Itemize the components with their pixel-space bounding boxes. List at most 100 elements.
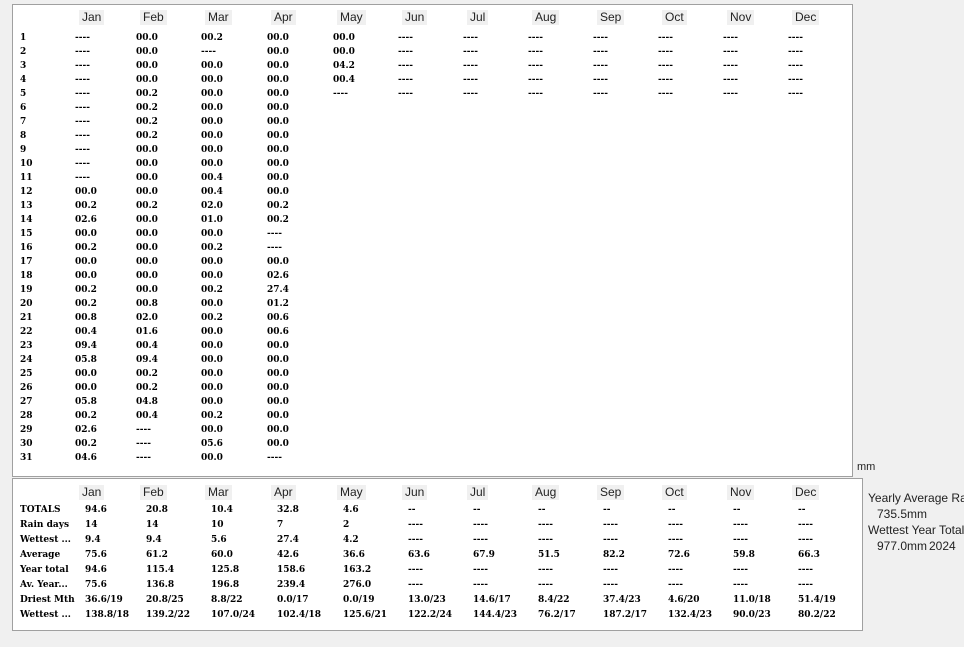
daily-value: 00.2 <box>136 103 158 113</box>
daily-value: ---- <box>333 89 348 99</box>
daily-value: ---- <box>593 47 608 57</box>
daily-value: 00.2 <box>136 131 158 141</box>
daily-value: 00.0 <box>136 145 158 155</box>
daily-value: 02.0 <box>136 313 158 323</box>
daily-value: 00.0 <box>201 103 223 113</box>
day-number: 16 <box>20 243 33 253</box>
daily-value: 09.4 <box>75 341 97 351</box>
daily-value: 00.0 <box>201 229 223 239</box>
daily-value: 00.0 <box>201 327 223 337</box>
daily-value: 00.0 <box>267 173 289 183</box>
summary-value: 138.8/18 <box>85 610 129 620</box>
day-number: 26 <box>20 383 33 393</box>
daily-value: 05.6 <box>201 439 223 449</box>
summary-value: ---- <box>668 520 683 530</box>
summary-value: -- <box>473 505 481 515</box>
summary-value: 32.8 <box>277 505 299 515</box>
summary-row-label: Rain days <box>20 520 70 530</box>
daily-value: 00.0 <box>267 257 289 267</box>
daily-value: 02.6 <box>267 271 289 281</box>
day-number: 27 <box>20 397 33 407</box>
daily-value: 00.2 <box>136 89 158 99</box>
day-number: 4 <box>20 75 27 85</box>
summary-value: 42.6 <box>277 550 299 560</box>
daily-value: 00.2 <box>267 215 289 225</box>
daily-value: 00.0 <box>136 243 158 253</box>
summary-row-label: Year total <box>20 565 69 575</box>
daily-value: 00.0 <box>136 229 158 239</box>
summary-value: 136.8 <box>146 580 175 590</box>
month-header-aug: Aug <box>532 10 560 25</box>
summary-value: 59.8 <box>733 550 755 560</box>
daily-value: 00.0 <box>75 187 97 197</box>
daily-value: 00.0 <box>267 75 289 85</box>
summary-month-header-aug: Aug <box>532 485 560 500</box>
summary-value: 9.4 <box>146 535 162 545</box>
daily-value: 00.0 <box>201 131 223 141</box>
summary-value: ---- <box>603 520 618 530</box>
daily-value: 00.0 <box>136 33 158 43</box>
daily-value: ---- <box>788 75 803 85</box>
daily-value: 00.6 <box>267 313 289 323</box>
summary-value: 11.0/18 <box>733 595 771 605</box>
summary-month-header-jan: Jan <box>79 485 105 500</box>
daily-value: 00.0 <box>201 299 223 309</box>
daily-value: ---- <box>398 47 413 57</box>
daily-value: 00.0 <box>267 159 289 169</box>
daily-value: ---- <box>463 33 478 43</box>
daily-value: ---- <box>463 47 478 57</box>
daily-value: ---- <box>267 243 282 253</box>
summary-value: ---- <box>668 565 683 575</box>
daily-value: ---- <box>75 61 90 71</box>
daily-value: ---- <box>528 61 543 71</box>
daily-value: ---- <box>723 61 738 71</box>
day-number: 22 <box>20 327 33 337</box>
daily-value: 00.2 <box>136 383 158 393</box>
day-number: 18 <box>20 271 33 281</box>
daily-value: ---- <box>75 75 90 85</box>
month-header-feb: Feb <box>140 10 167 25</box>
summary-value: 90.0/23 <box>733 610 771 620</box>
daily-value: 00.0 <box>267 397 289 407</box>
daily-value: 00.0 <box>201 425 223 435</box>
daily-value: 00.0 <box>136 215 158 225</box>
daily-value: 00.0 <box>136 61 158 71</box>
daily-value: 00.0 <box>136 271 158 281</box>
summary-value: 13.0/23 <box>408 595 446 605</box>
summary-value: 37.4/23 <box>603 595 641 605</box>
daily-value: ---- <box>658 89 673 99</box>
daily-value: ---- <box>788 47 803 57</box>
day-number: 7 <box>20 117 27 127</box>
summary-value: 80.2/22 <box>798 610 836 620</box>
summary-value: 4.6/20 <box>668 595 700 605</box>
daily-value: ---- <box>723 33 738 43</box>
summary-value: 0.0/19 <box>343 595 375 605</box>
daily-value: 00.0 <box>201 61 223 71</box>
summary-value: 125.6/21 <box>343 610 387 620</box>
daily-value: ---- <box>136 439 151 449</box>
summary-month-header-apr: Apr <box>271 485 296 500</box>
daily-value: 00.0 <box>136 257 158 267</box>
day-number: 31 <box>20 453 33 463</box>
daily-value: ---- <box>267 453 282 463</box>
daily-value: 00.0 <box>201 453 223 463</box>
summary-value: ---- <box>473 520 488 530</box>
day-number: 29 <box>20 425 33 435</box>
day-number: 1 <box>20 33 27 43</box>
summary-value: -- <box>603 505 611 515</box>
daily-value: 05.8 <box>75 355 97 365</box>
daily-value: 09.4 <box>136 355 158 365</box>
daily-value: 00.6 <box>267 327 289 337</box>
daily-value: 05.8 <box>75 397 97 407</box>
summary-value: 10.4 <box>211 505 233 515</box>
daily-value: ---- <box>528 75 543 85</box>
summary-value: ---- <box>473 535 488 545</box>
day-number: 30 <box>20 439 33 449</box>
daily-value: 00.0 <box>75 257 97 267</box>
summary-value: 125.8 <box>211 565 240 575</box>
wettest-year-value: 977.0mm <box>877 539 928 553</box>
daily-value: ---- <box>463 89 478 99</box>
daily-value: 01.2 <box>267 299 289 309</box>
daily-value: ---- <box>788 89 803 99</box>
month-header-jul: Jul <box>467 10 489 25</box>
